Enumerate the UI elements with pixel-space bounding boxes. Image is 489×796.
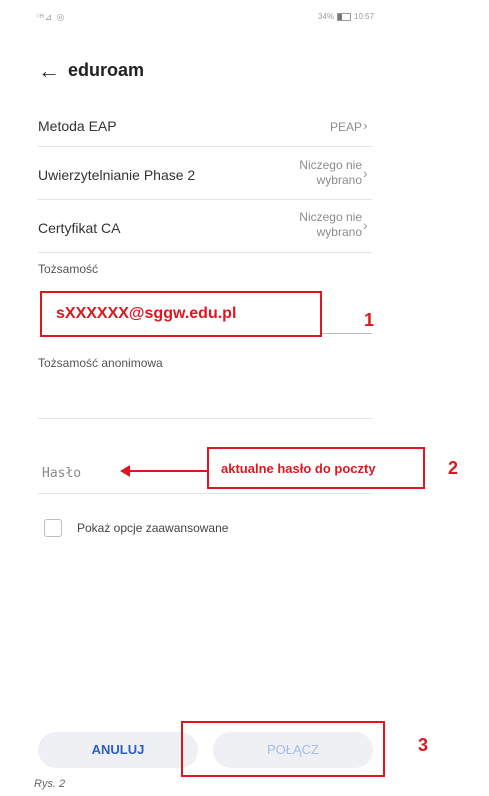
password-placeholder: Hasło xyxy=(42,466,82,481)
phase2-auth-row[interactable]: Uwierzytelnianie Phase 2 Niczego nie wyb… xyxy=(0,150,489,198)
arrow-left-icon xyxy=(120,465,130,477)
anonymous-identity-label: Tożsamość anonimowa xyxy=(38,356,163,370)
annotation-number-1: 1 xyxy=(364,310,375,330)
eap-method-row[interactable]: Metoda EAP PEAP › xyxy=(0,110,489,146)
phase2-value-line2: wybrano xyxy=(316,173,362,187)
password-note-box: aktualne hasło do poczty xyxy=(207,447,425,489)
annotation-arrow-line xyxy=(128,470,208,472)
ca-certificate-value: Niczego nie wybrano xyxy=(299,210,362,240)
anonymous-identity-input[interactable] xyxy=(38,380,372,416)
advanced-options-checkbox[interactable] xyxy=(44,519,62,537)
ca-value-line1: Niczego nie xyxy=(299,210,362,224)
password-note: aktualne hasło do poczty xyxy=(221,461,376,476)
divider xyxy=(38,493,372,494)
battery-icon xyxy=(337,12,352,21)
divider xyxy=(38,199,372,200)
ca-certificate-label: Certyfikat CA xyxy=(38,220,121,236)
eap-method-value: PEAP xyxy=(329,120,362,134)
advanced-options-label: Pokaż opcje zaawansowane xyxy=(77,521,229,535)
clock: 10:57 xyxy=(354,12,375,21)
ca-certificate-row[interactable]: Certyfikat CA Niczego nie wybrano › xyxy=(0,202,489,250)
identity-underline xyxy=(322,333,372,334)
divider xyxy=(38,418,372,419)
phase2-value-line1: Niczego nie xyxy=(299,158,362,172)
annotation-number-3: 3 xyxy=(418,735,429,755)
back-arrow-icon[interactable]: ← xyxy=(38,60,60,82)
chevron-right-icon: › xyxy=(363,165,368,181)
identity-label: Tożsamość xyxy=(38,262,99,276)
figure-caption: Rys. 2 xyxy=(34,778,66,790)
page-title: eduroam xyxy=(68,60,145,80)
annotation-number-2: 2 xyxy=(448,458,459,478)
identity-input-value: sXXXXXX@sggw.edu.pl xyxy=(56,305,237,322)
identity-input-highlight[interactable]: sXXXXXX@sggw.edu.pl xyxy=(40,291,322,337)
status-bar-right: 34% 10:57 xyxy=(318,12,374,21)
divider xyxy=(38,146,372,147)
chevron-right-icon: › xyxy=(363,217,368,233)
phase2-auth-label: Uwierzytelnianie Phase 2 xyxy=(38,167,196,183)
battery-percent: 34% xyxy=(318,12,335,21)
chevron-right-icon: › xyxy=(363,117,368,133)
status-signal-icons: ⁱᴴ⊿ ◎ xyxy=(37,12,66,22)
eap-method-label: Metoda EAP xyxy=(38,118,117,134)
divider xyxy=(38,252,372,253)
connect-button-highlight xyxy=(181,721,385,777)
cancel-button[interactable]: ANULUJ xyxy=(38,732,198,768)
ca-value-line2: wybrano xyxy=(316,225,362,239)
phase2-auth-value: Niczego nie wybrano xyxy=(299,158,362,188)
